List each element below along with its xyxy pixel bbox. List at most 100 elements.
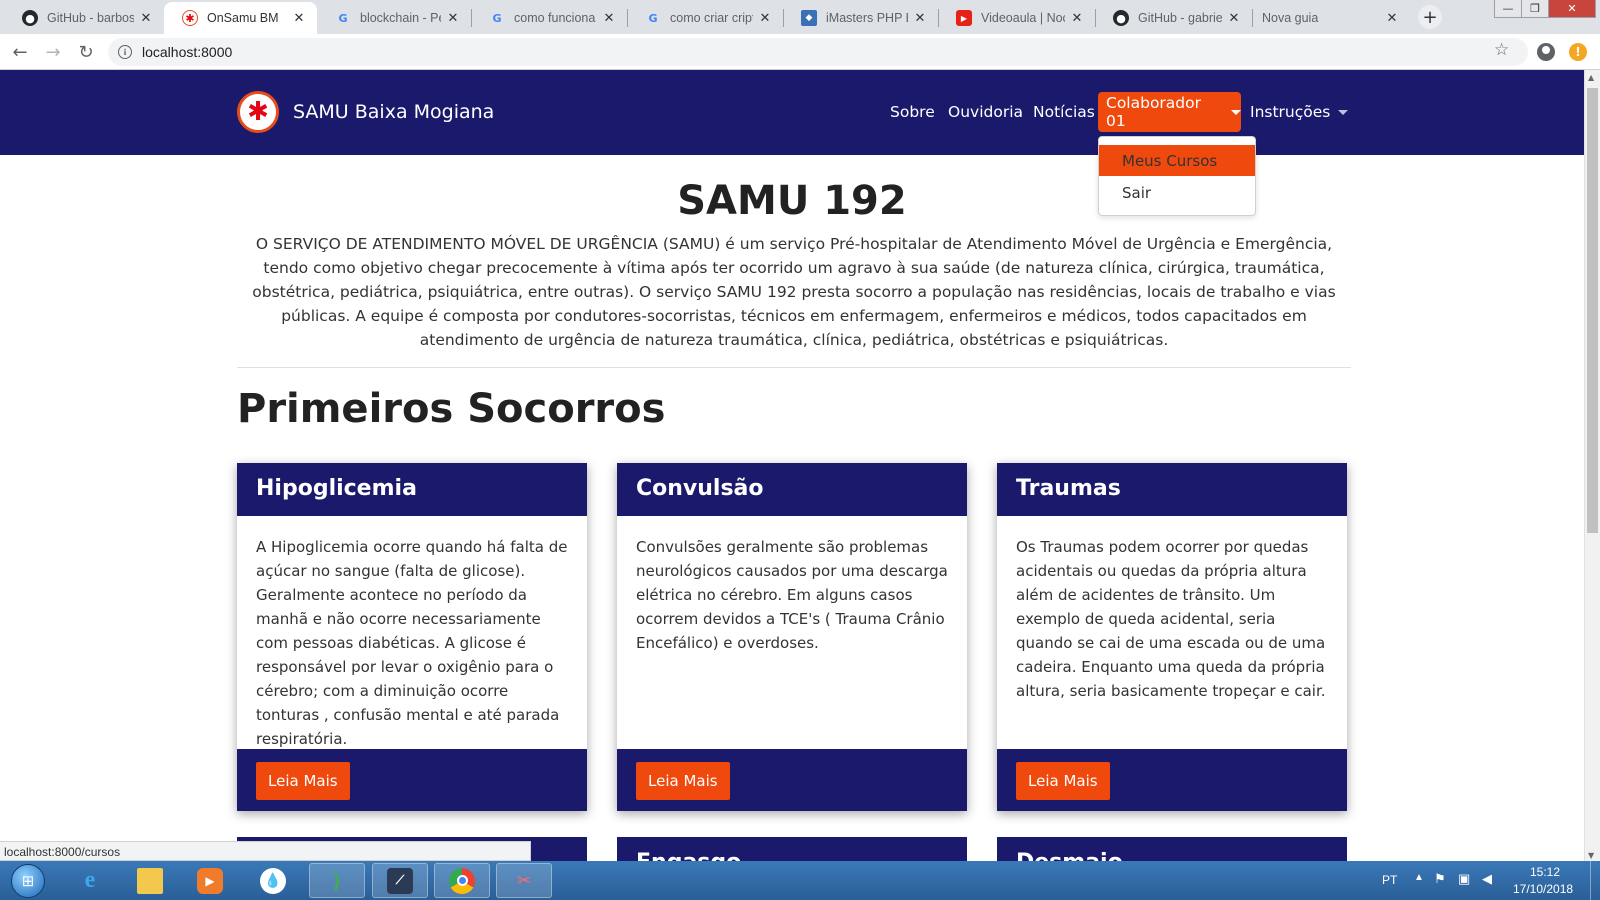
samu-logo-icon: ✱ [237, 91, 279, 133]
card-title: Convulsão [617, 463, 967, 516]
browser-tab[interactable]: G como funciona cr ✕ [471, 2, 627, 34]
browser-tab-active[interactable]: ✱ OnSamu BM ✕ [164, 2, 317, 34]
scroll-thumb[interactable] [1587, 88, 1598, 533]
close-icon[interactable]: ✕ [138, 11, 154, 26]
google-icon: G [338, 11, 348, 25]
clock-date[interactable]: 17/10/2018 [1513, 882, 1573, 896]
tab-title: OnSamu BM [207, 11, 279, 25]
browser-tab[interactable]: ◆ iMasters PHP Exp ✕ [783, 2, 938, 34]
card-text: Os Traumas podem ocorrer por quedas acid… [1016, 538, 1326, 700]
card-title: Hipoglicemia [237, 463, 587, 516]
youtube-icon: ▶ [956, 10, 972, 26]
taskbar-app-drop[interactable]: 💧 [245, 863, 301, 898]
clock-time[interactable]: 15:12 [1530, 865, 1560, 879]
imasters-icon: ◆ [801, 10, 817, 26]
browser-tab[interactable]: Nova guia ✕ [1252, 2, 1410, 34]
browser-tab[interactable]: G como criar cripto ✕ [627, 2, 783, 34]
taskbar-chrome[interactable] [434, 863, 490, 898]
link-status-bar: localhost:8000/cursos [0, 841, 531, 861]
card-title: Traumas [997, 463, 1347, 516]
profile-icon[interactable] [1537, 43, 1555, 61]
nav-link-sobre[interactable]: Sobre [890, 103, 935, 121]
read-more-button[interactable]: Leia Mais [1016, 762, 1110, 800]
folder-icon [137, 867, 163, 894]
taskbar-mysql-workbench[interactable]: ⟋ [372, 863, 428, 898]
taskbar-internet-explorer[interactable]: e [62, 863, 118, 898]
start-button[interactable]: ⊞ [4, 861, 52, 900]
show-desktop-button[interactable] [1590, 861, 1600, 900]
back-arrow-icon[interactable]: ← [8, 40, 32, 64]
nav-link-instrucoes[interactable]: Instruções [1250, 103, 1349, 121]
read-more-button[interactable]: Leia Mais [256, 762, 350, 800]
water-drop-icon: 💧 [260, 867, 286, 894]
browser-tab[interactable]: ● GitHub - barbosa ✕ [4, 2, 164, 34]
taskbar-snipping-tool[interactable]: ✂ [496, 863, 552, 898]
brand-link[interactable]: ✱ SAMU Baixa Mogiana [237, 91, 494, 133]
browser-tab-strip: ● GitHub - barbosa ✕ ✱ OnSamu BM ✕ G blo… [0, 0, 1600, 34]
tab-title: GitHub - gabrielr [1138, 11, 1222, 25]
volume-icon[interactable]: ◀ [1482, 871, 1492, 887]
card-footer: Leia Mais [237, 749, 587, 811]
close-icon[interactable]: ✕ [757, 11, 773, 26]
google-icon: G [492, 11, 502, 25]
update-alert-icon[interactable]: ! [1569, 43, 1587, 61]
info-icon[interactable]: i [118, 45, 132, 59]
card-convulsao: Convulsão Convulsões geralmente são prob… [617, 463, 967, 811]
page-title: SAMU 192 [677, 178, 907, 224]
nav-link-noticias[interactable]: Notícias [1033, 103, 1095, 121]
google-icon: G [648, 11, 658, 25]
tab-title: blockchain - Peso [360, 11, 441, 25]
menu-item-meus-cursos[interactable]: Meus Cursos [1099, 145, 1255, 176]
new-tab-button[interactable]: + [1418, 5, 1442, 29]
flag-icon[interactable]: ⚑ [1434, 871, 1446, 887]
url-text: localhost:8000 [142, 44, 233, 60]
taskbar-media-player[interactable]: ▶ [182, 863, 238, 898]
close-icon[interactable]: ✕ [1069, 11, 1085, 26]
nav-dropdown-colaborador[interactable]: Colaborador 01 [1098, 92, 1241, 132]
windows-taskbar: ⊞ e ▶ 💧 ⟩ ⟋ ✂ PT ▲ ⚑ ▣ ◀ 15:12 17/10/201… [0, 861, 1600, 900]
scroll-down-icon[interactable]: ▼ [1588, 851, 1594, 860]
internet-explorer-icon: e [84, 867, 96, 893]
browser-tab[interactable]: ● GitHub - gabrielr ✕ [1095, 2, 1252, 34]
page-scrollbar[interactable]: ▲ ▼ [1584, 70, 1600, 866]
network-icon[interactable]: ▣ [1458, 871, 1470, 887]
bookmark-star-icon[interactable]: ☆ [1494, 40, 1509, 60]
browser-tab[interactable]: ▶ Videoaula | Noçõ ✕ [938, 2, 1095, 34]
url-input[interactable]: i localhost:8000 [108, 38, 1528, 66]
section-title: Primeiros Socorros [237, 386, 666, 432]
scroll-up-icon[interactable]: ▲ [1588, 73, 1594, 82]
github-icon: ● [22, 10, 38, 26]
reload-icon[interactable]: ↻ [74, 40, 98, 64]
address-bar-row: ← → ↻ i localhost:8000 [0, 34, 1600, 70]
nav-dropdown-label: Colaborador 01 [1106, 94, 1201, 130]
close-icon[interactable]: ✕ [1226, 11, 1242, 26]
close-icon[interactable]: ✕ [601, 11, 617, 26]
restore-button[interactable]: ❐ [1521, 0, 1549, 18]
taskbar-visual-studio-code[interactable]: ⟩ [309, 863, 365, 898]
forward-arrow-icon[interactable]: → [41, 40, 65, 64]
card-hipoglicemia: Hipoglicemia A Hipoglicemia ocorre quand… [237, 463, 587, 811]
close-window-button[interactable]: ✕ [1548, 0, 1596, 18]
section-divider [237, 367, 1351, 368]
windows-logo-icon: ⊞ [11, 863, 45, 898]
github-icon: ● [1113, 10, 1129, 26]
tab-title: Nova guia [1262, 11, 1319, 25]
close-icon[interactable]: ✕ [445, 11, 461, 26]
minimize-button[interactable]: — [1494, 0, 1522, 18]
tab-title: GitHub - barbosa [47, 11, 134, 25]
close-icon[interactable]: ✕ [912, 11, 928, 26]
nav-link-ouvidoria[interactable]: Ouvidoria [948, 103, 1023, 121]
language-indicator[interactable]: PT [1382, 873, 1397, 887]
browser-tab[interactable]: G blockchain - Peso ✕ [317, 2, 471, 34]
tab-title: iMasters PHP Exp [826, 11, 908, 25]
read-more-button[interactable]: Leia Mais [636, 762, 730, 800]
site-navbar: ✱ SAMU Baixa Mogiana Sobre Ouvidoria Not… [0, 70, 1584, 155]
taskbar-file-explorer[interactable] [122, 863, 178, 898]
card-text: Convulsões geralmente são problemas neur… [636, 538, 948, 652]
tray-expand-icon[interactable]: ▲ [1414, 872, 1424, 883]
scissors-icon: ✂ [516, 870, 532, 891]
card-footer: Leia Mais [997, 749, 1347, 811]
close-icon[interactable]: ✕ [291, 11, 307, 26]
chrome-icon [449, 867, 475, 894]
close-icon[interactable]: ✕ [1384, 11, 1400, 26]
